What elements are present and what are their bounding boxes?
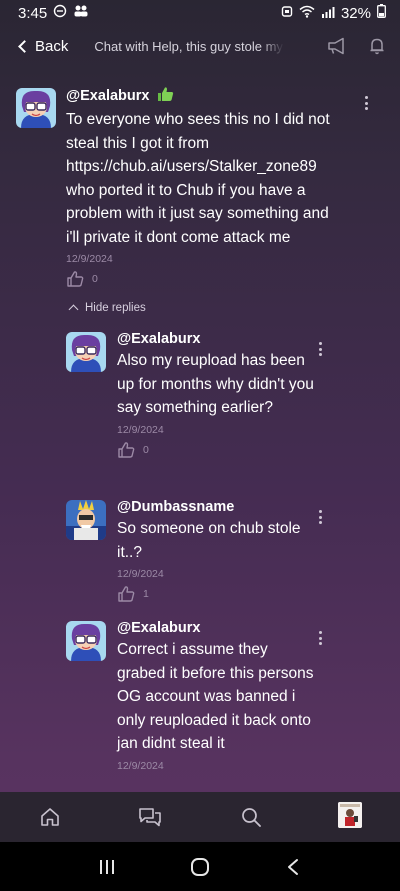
comment-username[interactable]: @Exalaburx xyxy=(117,331,317,347)
comment-body: @Dumbassname So someone on chub stole it… xyxy=(117,499,317,603)
like-row: 1 xyxy=(117,585,317,603)
chevron-left-icon xyxy=(18,39,31,53)
thumbs-up-icon[interactable] xyxy=(117,585,135,603)
comment-body: @Exalaburx Also my reupload has been up … xyxy=(117,331,317,459)
comment-text: So someone on chub stole it..? xyxy=(117,520,301,561)
system-nav-bar xyxy=(0,842,400,891)
like-row: 0 xyxy=(66,270,342,288)
page-title: Chat with Help, this guy stole my xyxy=(94,38,283,54)
comment-text: Also my reupload has been up for months … xyxy=(117,352,314,416)
recent-apps-icon[interactable] xyxy=(95,855,119,879)
signal-icon xyxy=(321,5,335,22)
reply-comment: @Exalaburx Correct i assume they grabed … xyxy=(66,620,386,791)
more-options-icon[interactable] xyxy=(312,629,328,647)
more-options-icon[interactable] xyxy=(312,340,328,358)
comment-text: To everyone who sees this no I did not s… xyxy=(66,111,330,246)
more-options-icon[interactable] xyxy=(312,508,328,526)
bell-icon[interactable] xyxy=(366,35,388,57)
comment-date: 12/9/2024 xyxy=(117,568,164,580)
bottom-nav xyxy=(0,792,400,842)
announce-icon[interactable] xyxy=(326,35,348,57)
back-button[interactable]: Back xyxy=(18,37,69,55)
comment-body: @Exalaburx To everyone who sees this no … xyxy=(66,86,342,288)
avatar[interactable] xyxy=(16,88,56,128)
more-options-icon[interactable] xyxy=(358,94,374,112)
status-bar: 3:45 32% xyxy=(0,0,400,26)
battery-level: 32% xyxy=(340,4,371,22)
comment-username[interactable]: @Dumbassname xyxy=(117,499,317,515)
home-button-icon[interactable] xyxy=(188,855,212,879)
status-time: 3:45 xyxy=(18,4,48,22)
status-left: 3:45 xyxy=(18,4,89,22)
reply-comment: @Exalaburx Also my reupload has been up … xyxy=(66,331,386,482)
like-count: 0 xyxy=(143,443,149,456)
alarm-icon xyxy=(281,4,293,22)
username-text: @Exalaburx xyxy=(66,88,150,104)
back-nav-icon[interactable] xyxy=(281,855,305,879)
like-count: 1 xyxy=(143,588,149,600)
chat-icon[interactable] xyxy=(137,804,163,830)
comment-date: 12/9/2024 xyxy=(117,759,164,772)
app-header: Back Chat with Help, this guy stole my xyxy=(0,26,400,66)
thumbs-up-icon[interactable] xyxy=(66,270,84,288)
status-right: 32% xyxy=(281,4,386,22)
search-icon[interactable] xyxy=(238,804,264,830)
comment-text: Correct i assume they grabed it before t… xyxy=(117,641,314,752)
wifi-icon xyxy=(299,5,315,22)
comment-username[interactable]: @Exalaburx xyxy=(66,86,342,106)
thumbs-up-icon[interactable] xyxy=(117,441,135,459)
thumbs-up-emoji-icon xyxy=(157,86,174,106)
hide-replies-label: Hide replies xyxy=(85,302,146,314)
like-count: 0 xyxy=(92,273,98,285)
dnd-icon xyxy=(53,4,67,22)
chevron-up-icon xyxy=(68,304,79,315)
profile-avatar[interactable] xyxy=(338,802,362,828)
comment-date: 12/9/2024 xyxy=(117,423,164,436)
hide-replies-toggle[interactable]: Hide replies xyxy=(68,302,146,315)
comment-username[interactable]: @Exalaburx xyxy=(117,620,317,636)
header-actions xyxy=(326,35,388,57)
avatar[interactable] xyxy=(66,621,106,661)
comment-body: @Exalaburx Correct i assume they grabed … xyxy=(117,620,317,772)
avatar[interactable] xyxy=(66,500,106,540)
home-icon[interactable] xyxy=(37,804,63,830)
avatar[interactable] xyxy=(66,332,106,372)
notification-people-icon xyxy=(73,4,89,22)
battery-icon xyxy=(377,4,386,22)
main-comment: @Exalaburx To everyone who sees this no … xyxy=(16,86,386,288)
reply-comment: @Dumbassname So someone on chub stole it… xyxy=(66,499,386,610)
comment-date: 12/9/2024 xyxy=(66,253,113,265)
like-row: 0 xyxy=(117,441,317,459)
back-label: Back xyxy=(35,37,69,55)
